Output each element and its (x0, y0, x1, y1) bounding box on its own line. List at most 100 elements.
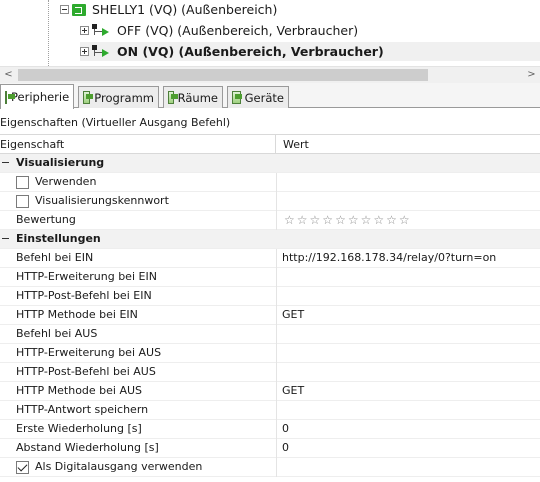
star-icon[interactable]: ☆ (322, 214, 333, 226)
star-icon[interactable]: ☆ (297, 214, 308, 226)
column-divider (276, 382, 277, 401)
property-row-http-post-befehl-bei-aus[interactable]: HTTP-Post-Befehl bei AUS (0, 363, 540, 382)
property-value[interactable]: http://192.168.178.34/relay/0?turn=on (282, 249, 496, 267)
column-divider (276, 344, 277, 363)
tree-item-off[interactable]: OFF (VQ) (Außenbereich, Verbraucher) (80, 21, 358, 40)
column-divider (276, 306, 277, 325)
property-value[interactable]: GET (282, 382, 304, 400)
category-einstellungen[interactable]: Einstellungen (0, 230, 540, 249)
column-divider (276, 401, 277, 420)
collapse-icon[interactable] (1, 234, 10, 243)
expand-icon[interactable] (80, 47, 89, 56)
column-divider (276, 420, 277, 439)
tab-raeume[interactable]: Räume (163, 86, 223, 108)
property-name: Als Digitalausgang verwenden (35, 460, 203, 473)
expand-icon[interactable] (80, 26, 89, 35)
property-name: HTTP-Post-Befehl bei EIN (16, 289, 152, 302)
property-grid: Visualisierung Verwenden Visualisierungske… (0, 154, 540, 477)
star-icon[interactable]: ☆ (373, 214, 384, 226)
property-name: HTTP Methode bei AUS (16, 384, 143, 397)
property-name: HTTP-Post-Befehl bei AUS (16, 365, 156, 378)
property-row-http-erweiterung-bei-aus[interactable]: HTTP-Erweiterung bei AUS (0, 344, 540, 363)
property-row-als-digitalausgang-verwenden[interactable]: Als Digitalausgang verwenden (0, 458, 540, 477)
property-row-http-methode-bei-ein[interactable]: HTTP Methode bei EIN GET (0, 306, 540, 325)
category-visualisierung[interactable]: Visualisierung (0, 154, 540, 173)
property-row-visualisierungskennwort[interactable]: Visualisierungskennwort (0, 192, 540, 211)
property-row-bewertung[interactable]: Bewertung ☆ ☆ ☆ ☆ ☆ ☆ ☆ ☆ ☆ ☆ (0, 211, 540, 230)
raeume-icon (168, 91, 178, 104)
property-value[interactable]: GET (282, 306, 304, 324)
output-off-icon (92, 23, 112, 38)
output-on-icon (92, 44, 112, 59)
checkbox[interactable] (16, 195, 29, 208)
collapse-icon[interactable] (60, 5, 69, 14)
tab-label: Programm (94, 90, 154, 105)
shelly-device-icon (72, 3, 86, 16)
star-icon[interactable]: ☆ (361, 214, 372, 226)
column-header-property[interactable]: Eigenschaft (0, 135, 276, 154)
property-row-erste-wiederholung-s[interactable]: Erste Wiederholung [s] 0 (0, 420, 540, 439)
column-divider (276, 268, 277, 287)
property-name: HTTP-Erweiterung bei EIN (16, 270, 157, 283)
tab-label: Peripherie (11, 90, 70, 104)
scroll-left-icon[interactable]: < (0, 67, 17, 83)
scroll-right-icon[interactable]: > (523, 67, 540, 83)
checkbox[interactable] (16, 461, 29, 474)
star-icon[interactable]: ☆ (335, 214, 346, 226)
tree-guide-line (48, 0, 49, 66)
tree-item-label: ON (VQ) (Außenbereich, Verbraucher) (117, 44, 384, 59)
horizontal-scrollbar[interactable]: < > (0, 66, 540, 83)
property-row-verwenden[interactable]: Verwenden (0, 173, 540, 192)
property-row-http-erweiterung-bei-ein[interactable]: HTTP-Erweiterung bei EIN (0, 268, 540, 287)
property-name: Erste Wiederholung [s] (16, 422, 142, 435)
device-tree: SHELLY1 (VQ) (Außenbereich) OFF (VQ) (Au… (0, 0, 540, 66)
property-name: HTTP Methode bei EIN (16, 308, 138, 321)
column-divider (276, 325, 277, 344)
column-divider (276, 458, 277, 477)
tab-programm[interactable]: Programm (78, 86, 159, 108)
property-name: Befehl bei AUS (16, 327, 98, 340)
property-value[interactable]: 0 (282, 420, 289, 438)
column-divider (276, 192, 277, 211)
tab-peripherie[interactable]: Peripherie (0, 84, 74, 109)
column-divider (276, 363, 277, 382)
peripherie-icon (5, 90, 15, 104)
tab-bar: Peripherie Programm Räume Geräte (0, 83, 540, 109)
property-row-abstand-wiederholung-s[interactable]: Abstand Wiederholung [s] 0 (0, 439, 540, 458)
tree-item-shelly1[interactable]: SHELLY1 (VQ) (Außenbereich) (60, 0, 277, 19)
star-icon[interactable]: ☆ (310, 214, 321, 226)
geraete-icon (232, 91, 242, 104)
property-row-http-methode-bei-aus[interactable]: HTTP Methode bei AUS GET (0, 382, 540, 401)
collapse-icon[interactable] (1, 158, 10, 167)
scrollbar-thumb[interactable] (18, 69, 428, 81)
property-name: Verwenden (35, 175, 97, 188)
star-icon[interactable]: ☆ (386, 214, 397, 226)
column-divider (276, 439, 277, 458)
star-icon[interactable]: ☆ (399, 214, 410, 226)
property-name: Bewertung (16, 213, 76, 226)
star-icon[interactable]: ☆ (348, 214, 359, 226)
tab-label: Räume (177, 90, 218, 105)
column-divider (276, 173, 277, 192)
properties-title: Eigenschaften (Virtueller Ausgang Befehl… (0, 116, 231, 129)
star-icon[interactable]: ☆ (284, 214, 295, 226)
property-value[interactable]: 0 (282, 439, 289, 457)
column-divider (276, 211, 277, 230)
property-name: Befehl bei EIN (16, 251, 94, 264)
property-name: Abstand Wiederholung [s] (16, 441, 159, 454)
property-row-befehl-bei-ein[interactable]: Befehl bei EIN http://192.168.178.34/rela… (0, 249, 540, 268)
tree-item-on[interactable]: ON (VQ) (Außenbereich, Verbraucher) (80, 42, 540, 61)
property-row-http-antwort-speichern[interactable]: HTTP-Antwort speichern (0, 401, 540, 420)
column-divider (276, 249, 277, 268)
category-label: Visualisierung (16, 156, 105, 169)
rating-stars[interactable]: ☆ ☆ ☆ ☆ ☆ ☆ ☆ ☆ ☆ ☆ (284, 214, 410, 226)
tab-geraete[interactable]: Geräte (227, 86, 289, 108)
tree-item-label: OFF (VQ) (Außenbereich, Verbraucher) (117, 23, 359, 38)
checkbox[interactable] (16, 176, 29, 189)
property-name: HTTP-Erweiterung bei AUS (16, 346, 162, 359)
column-header-value[interactable]: Wert (283, 135, 309, 154)
property-row-befehl-bei-aus[interactable]: Befehl bei AUS (0, 325, 540, 344)
property-grid-header: Eigenschaft Wert (0, 134, 540, 154)
property-row-http-post-befehl-bei-ein[interactable]: HTTP-Post-Befehl bei EIN (0, 287, 540, 306)
programm-icon (83, 91, 94, 104)
